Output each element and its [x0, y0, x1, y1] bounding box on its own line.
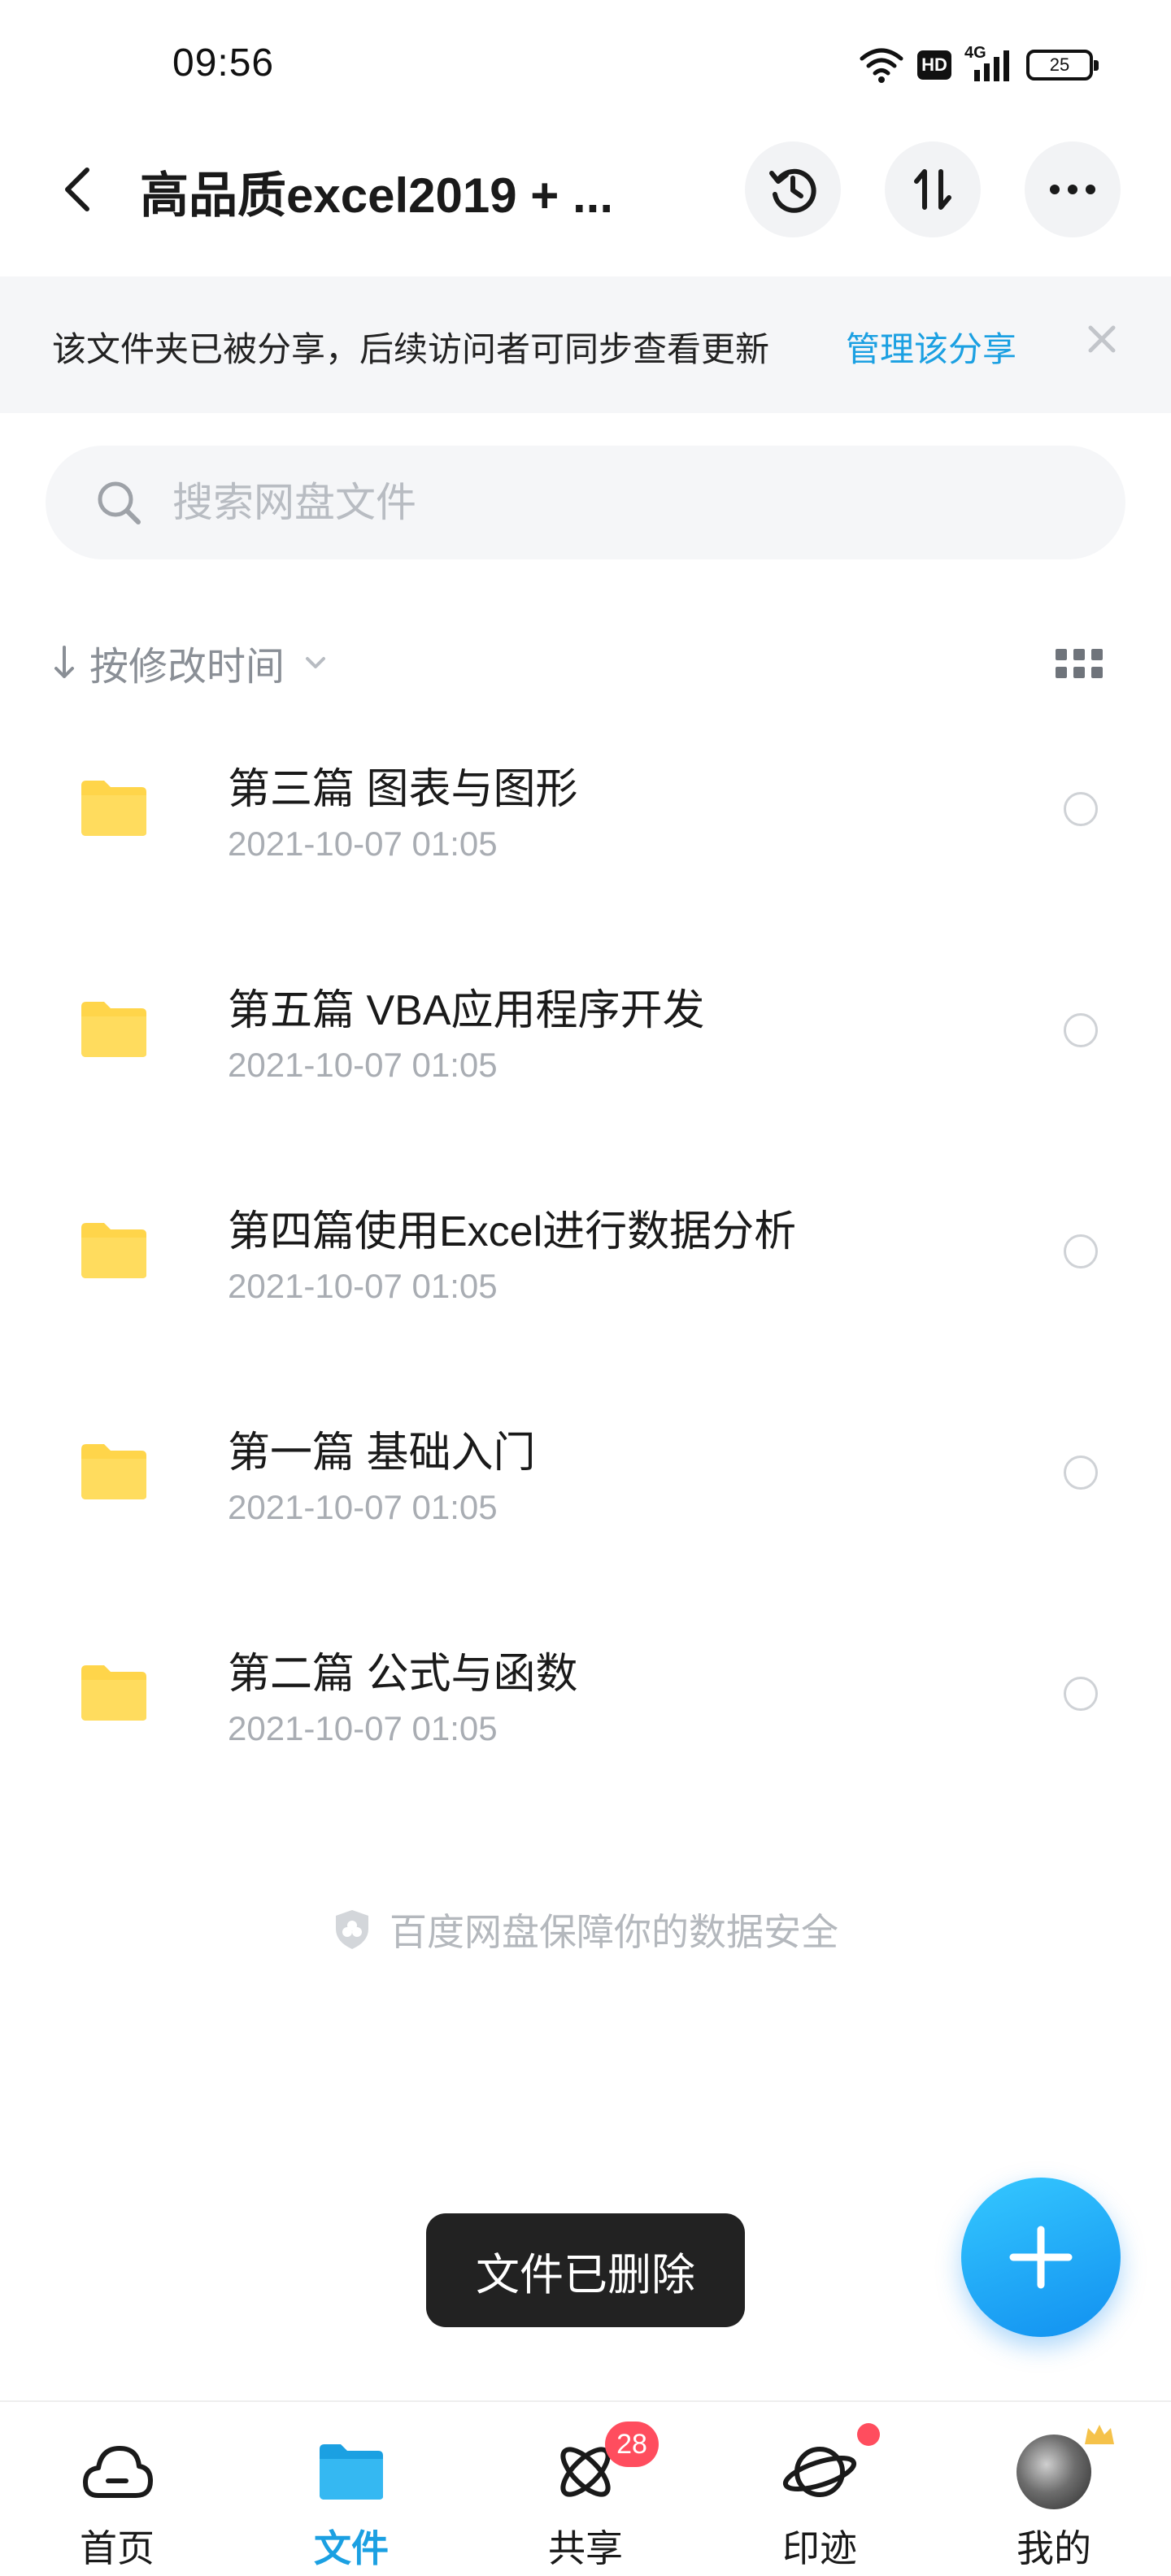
data-safety-text: 百度网盘保障你的数据安全: [390, 1911, 838, 1953]
search-icon: [98, 481, 141, 524]
notification-dot: [857, 2423, 880, 2446]
banner-close-button[interactable]: [1082, 319, 1122, 359]
back-icon: [65, 168, 89, 211]
sort-control[interactable]: 按修改时间: [52, 626, 332, 699]
folder-icon: [81, 1444, 146, 1499]
nav-files-label: 文件: [314, 2527, 389, 2569]
file-row[interactable]: 第四篇使用Excel进行数据分析 2021-10-07 01:05: [0, 1164, 1171, 1386]
planet-icon: [779, 2431, 860, 2513]
sort-transfer-icon: [914, 169, 951, 210]
hd-badge: HD: [917, 50, 951, 80]
files-folder-icon: [311, 2431, 392, 2513]
more-button[interactable]: [1025, 141, 1121, 237]
folder-icon: [81, 781, 146, 836]
add-button[interactable]: [961, 2178, 1121, 2337]
folder-icon: [81, 1002, 146, 1057]
bottom-nav: 首页 文件 28 共享 印迹 我的: [0, 2400, 1171, 2576]
wifi-icon: [860, 48, 903, 83]
file-name: 第二篇 公式与函数: [228, 1651, 578, 1698]
history-button[interactable]: [745, 141, 841, 237]
share-banner-text: 该文件夹已被分享，后续访问者可同步查看更新: [52, 330, 770, 368]
file-name: 第一篇 基础入门: [228, 1429, 536, 1477]
nav-traces-label: 印迹: [782, 2527, 857, 2569]
file-row[interactable]: 第二篇 公式与函数 2021-10-07 01:05: [0, 1607, 1171, 1828]
chevron-down-icon: [306, 657, 326, 668]
file-date: 2021-10-07 01:05: [228, 1046, 498, 1084]
status-time: 09:56: [172, 41, 275, 85]
select-checkbox[interactable]: [1064, 1456, 1098, 1490]
file-date: 2021-10-07 01:05: [228, 1488, 498, 1526]
sort-label: 按修改时间: [89, 646, 285, 689]
battery-level: 25: [1049, 54, 1070, 75]
nav-traces[interactable]: 印迹: [722, 2402, 917, 2576]
folder-icon: [81, 1665, 146, 1721]
select-checkbox[interactable]: [1064, 792, 1098, 826]
toast-text: 文件已删除: [476, 2250, 695, 2300]
close-icon: [1088, 325, 1116, 353]
status-icons: HD 4G 25: [859, 41, 1099, 89]
nav-profile[interactable]: 我的: [956, 2402, 1151, 2576]
share-count-badge: 28: [605, 2422, 659, 2467]
grid-view-icon[interactable]: [1054, 644, 1104, 683]
file-name: 第三篇 图表与图形: [228, 766, 578, 813]
history-icon: [769, 168, 816, 213]
home-cloud-icon: [76, 2431, 158, 2513]
file-date: 2021-10-07 01:05: [228, 1709, 498, 1747]
signal-icon: 4G: [964, 44, 1013, 83]
file-row[interactable]: 第一篇 基础入门 2021-10-07 01:05: [0, 1386, 1171, 1607]
page-title: 高品质excel2019 + ...: [140, 168, 614, 223]
file-list: 第三篇 图表与图形 2021-10-07 01:05 第五篇 VBA应用程序开发…: [0, 722, 1171, 1828]
manage-share-link[interactable]: 管理该分享: [846, 322, 1016, 372]
shield-icon: [336, 1910, 368, 1949]
select-checkbox[interactable]: [1064, 1677, 1098, 1711]
nav-home[interactable]: 首页: [20, 2402, 215, 2576]
battery-indicator: 25: [1026, 50, 1099, 80]
search-bar[interactable]: [46, 446, 1125, 559]
crown-icon: [1085, 2425, 1114, 2444]
share-banner: 该文件夹已被分享，后续访问者可同步查看更新 管理该分享: [0, 276, 1171, 413]
status-bar: 09:56 HD 4G 25: [0, 0, 1171, 122]
back-button[interactable]: [49, 161, 106, 218]
avatar: [1013, 2431, 1095, 2513]
nav-share-label: 共享: [548, 2527, 623, 2569]
header: 高品质excel2019 + ...: [0, 130, 1171, 252]
nav-home-label: 首页: [80, 2527, 155, 2569]
file-row[interactable]: 第五篇 VBA应用程序开发 2021-10-07 01:05: [0, 943, 1171, 1164]
file-date: 2021-10-07 01:05: [228, 1267, 498, 1305]
search-input[interactable]: [172, 470, 1067, 535]
file-date: 2021-10-07 01:05: [228, 825, 498, 863]
file-name: 第四篇使用Excel进行数据分析: [228, 1208, 797, 1255]
transfer-button[interactable]: [885, 141, 981, 237]
toast-message: 文件已删除: [426, 2213, 745, 2327]
select-checkbox[interactable]: [1064, 1013, 1098, 1047]
plus-icon: [1009, 2226, 1073, 2289]
sort-down-arrow-icon: [54, 646, 74, 678]
select-checkbox[interactable]: [1064, 1234, 1098, 1268]
nav-share[interactable]: 28 共享: [488, 2402, 683, 2576]
nav-profile-label: 我的: [1016, 2527, 1091, 2569]
more-icon: [1050, 185, 1095, 194]
file-name: 第五篇 VBA应用程序开发: [228, 987, 705, 1034]
file-row[interactable]: 第三篇 图表与图形 2021-10-07 01:05: [0, 722, 1171, 943]
nav-files[interactable]: 文件: [254, 2402, 449, 2576]
data-safety-note: 百度网盘保障你的数据安全: [0, 1903, 1171, 1956]
folder-icon: [81, 1223, 146, 1278]
